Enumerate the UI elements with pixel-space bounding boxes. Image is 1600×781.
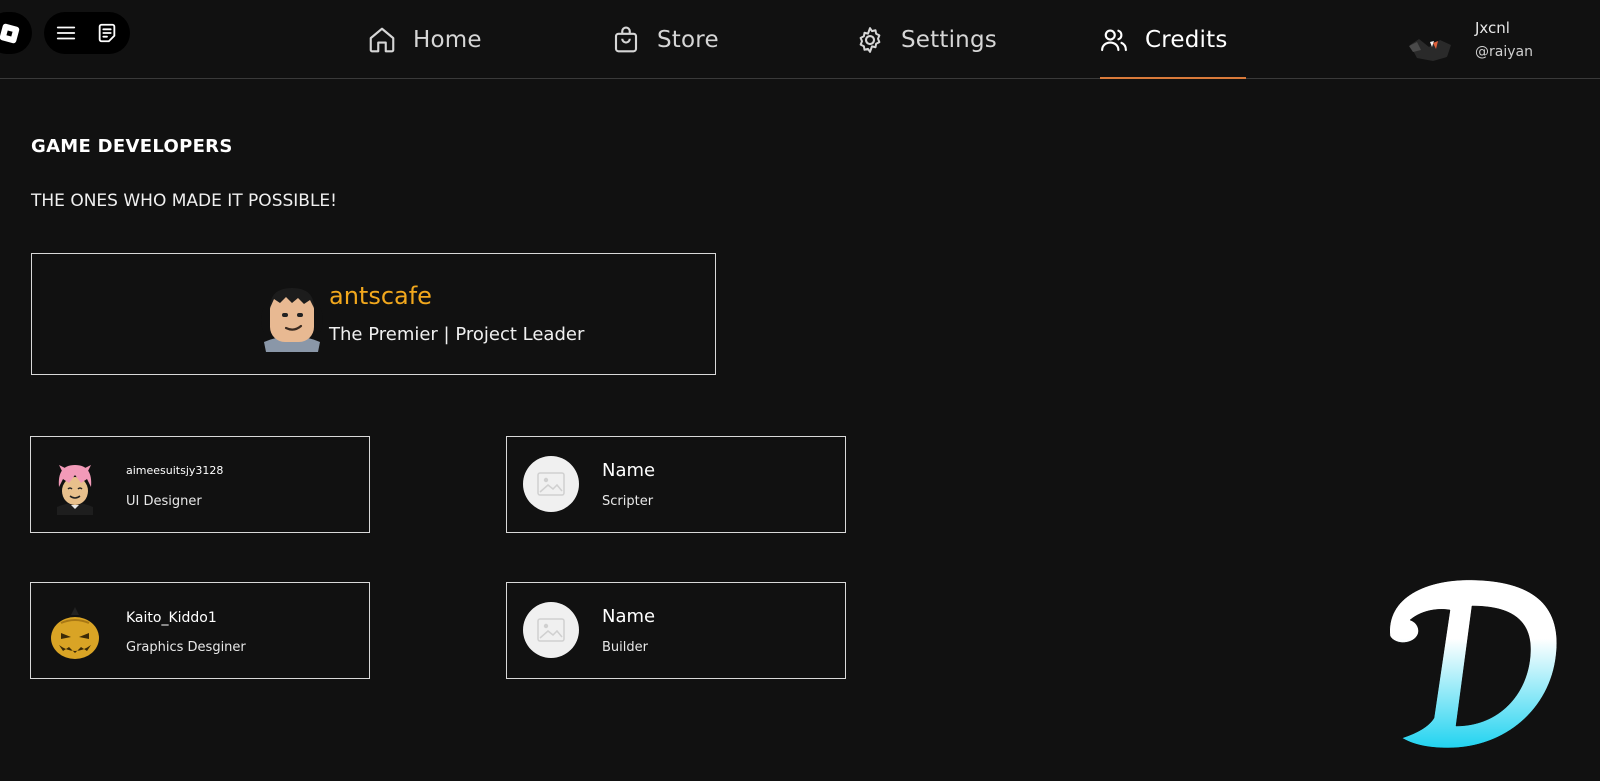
image-placeholder-icon — [537, 472, 565, 496]
roblox-logo-button[interactable] — [0, 12, 32, 54]
lead-role: The Premier | Project Leader — [329, 324, 585, 345]
menu-icon[interactable] — [55, 22, 77, 44]
user-display-name: Jxcnl — [1475, 19, 1510, 37]
nav-settings-label: Settings — [901, 26, 997, 53]
nav-store-label: Store — [657, 26, 719, 53]
credit-name: Name — [602, 606, 656, 627]
user-handle: @raiyan — [1475, 44, 1533, 60]
credit-card: Name Builder — [506, 582, 846, 679]
nav-settings[interactable]: Settings — [855, 0, 997, 79]
credit-role: Builder — [602, 640, 648, 655]
credit-name: Kaito_Kiddo1 — [126, 610, 217, 626]
credit-card: Name Scripter — [506, 436, 846, 533]
page-subtitle: THE ONES WHO MADE IT POSSIBLE! — [31, 191, 337, 211]
notes-icon[interactable] — [96, 22, 118, 44]
credit-card: Kaito_Kiddo1 Graphics Desginer — [30, 582, 370, 679]
placeholder-avatar — [523, 456, 579, 512]
credit-avatar — [47, 605, 103, 661]
brand-logo-d — [1389, 579, 1558, 749]
quick-actions-pill — [44, 12, 130, 54]
page-title: GAME DEVELOPERS — [31, 136, 233, 157]
gear-icon — [859, 26, 881, 53]
credit-avatar — [47, 459, 103, 515]
credit-role: UI Designer — [126, 494, 202, 509]
shopping-bag-icon — [614, 25, 638, 52]
home-icon — [369, 27, 395, 52]
roblox-logo-icon — [0, 23, 20, 44]
nav-credits[interactable]: Credits — [1099, 0, 1228, 79]
credit-role: Scripter — [602, 494, 654, 509]
users-icon — [1101, 28, 1127, 51]
nav-home-label: Home — [413, 26, 482, 53]
nav-credits-label: Credits — [1145, 26, 1228, 53]
placeholder-avatar — [523, 602, 579, 658]
lead-avatar — [258, 280, 326, 352]
credit-name: aimeesuitsjy3128 — [126, 464, 224, 477]
top-navigation-bar: Home Store Settings Credits Jxcnl @raiya… — [0, 0, 1600, 79]
active-tab-indicator — [1100, 77, 1246, 79]
image-placeholder-icon — [537, 618, 565, 642]
credit-role: Graphics Desginer — [126, 640, 246, 655]
nav-home[interactable]: Home — [367, 0, 482, 79]
lead-developer-card: antscafe The Premier | Project Leader — [31, 253, 716, 375]
credit-card: aimeesuitsjy3128 UI Designer — [30, 436, 370, 533]
lead-name: antscafe — [329, 282, 432, 310]
avatar[interactable] — [1407, 25, 1453, 63]
nav-store[interactable]: Store — [611, 0, 719, 79]
credit-name: Name — [602, 460, 656, 481]
